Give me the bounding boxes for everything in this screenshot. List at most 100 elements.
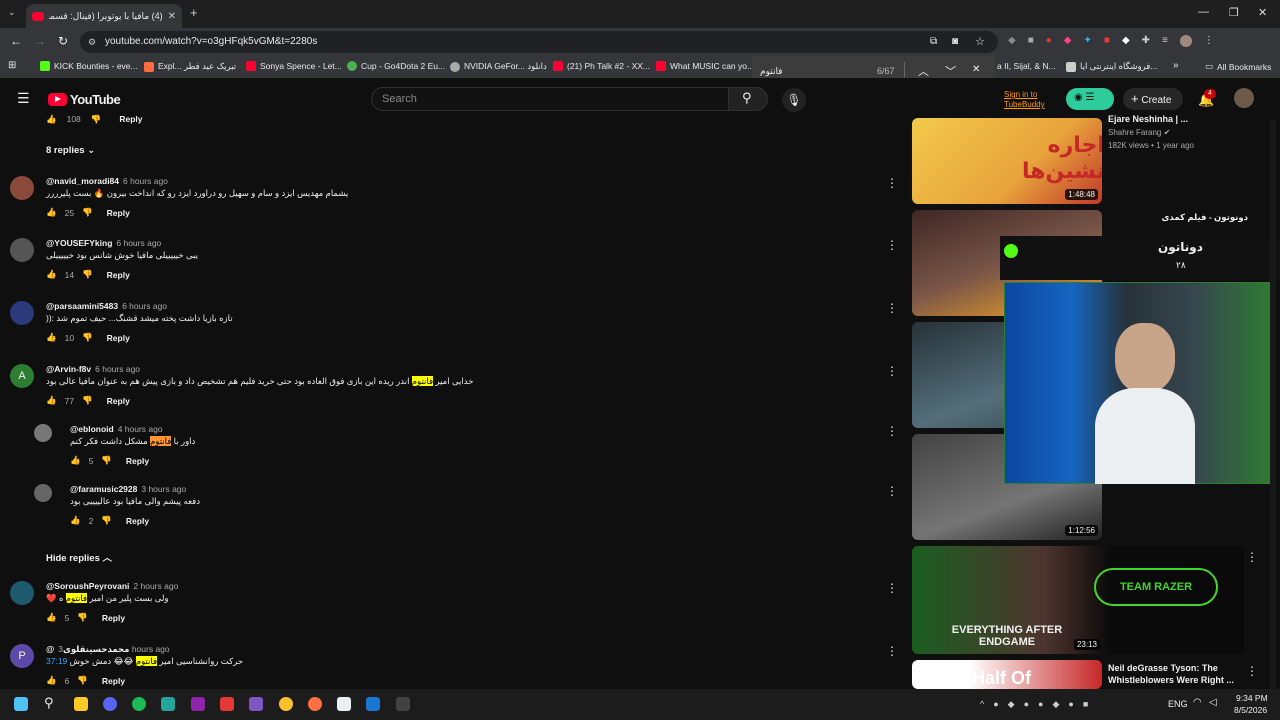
menu-icon[interactable]: ⋮	[1204, 35, 1214, 47]
tubebuddy-signin-link[interactable]: Sign in to TubeBuddy	[1004, 90, 1064, 110]
comment-time[interactable]: 6 hours ago	[95, 364, 140, 374]
back-icon[interactable]: ←	[10, 34, 22, 48]
all-bookmarks[interactable]: ▭ All Bookmarks	[1205, 61, 1271, 72]
video-menu-icon[interactable]: ⋮	[1246, 664, 1258, 678]
dislike-icon[interactable]: 👎	[77, 675, 88, 686]
like-icon[interactable]: 👍	[70, 515, 81, 526]
comment-author[interactable]: @parsaamini5483 6 hours ago	[46, 301, 167, 311]
bookmark-item[interactable]: What MUSIC can yo...	[656, 61, 754, 71]
extension-icon[interactable]: ◆	[1064, 35, 1072, 47]
comment-menu-icon[interactable]: ⋮	[886, 301, 898, 315]
comment-author[interactable]: @Arvin-f8v 6 hours ago	[46, 364, 140, 374]
reply-button[interactable]: Reply	[107, 396, 130, 406]
comment-menu-icon[interactable]: ⋮	[886, 484, 898, 498]
like-icon[interactable]: 👍	[46, 114, 57, 125]
reply-button[interactable]: Reply	[107, 333, 130, 343]
app-icon[interactable]	[220, 697, 234, 711]
dislike-icon[interactable]: 👎	[82, 207, 93, 218]
tray-icon[interactable]: ●	[993, 699, 998, 710]
video-title[interactable]: Ejare Neshinha | ...	[1108, 114, 1248, 124]
find-close-icon[interactable]: ✕	[972, 64, 980, 75]
voice-search-button[interactable]: 🎙	[782, 88, 806, 112]
comment-time[interactable]: 6 hours ago	[122, 301, 167, 311]
new-tab-icon[interactable]: +	[190, 5, 198, 20]
hide-replies-toggle[interactable]: Hide replies ︿	[46, 550, 112, 564]
comment-menu-icon[interactable]: ⋮	[886, 644, 898, 658]
account-avatar[interactable]	[1234, 88, 1254, 108]
reading-list-icon[interactable]: ≡	[1162, 35, 1168, 47]
close-tab-icon[interactable]: ✕	[168, 11, 176, 22]
dislike-icon[interactable]: 👎	[101, 455, 112, 466]
video-menu-icon[interactable]: ⋮	[1246, 550, 1258, 564]
file-explorer-icon[interactable]	[74, 697, 88, 711]
tray-icon[interactable]: ^	[980, 699, 984, 710]
tray-icon[interactable]: ◆	[1052, 699, 1059, 710]
like-icon[interactable]: 👍	[46, 332, 57, 343]
youtube-logo[interactable]: YouTube	[48, 92, 121, 107]
extension-icon[interactable]: ■	[1028, 35, 1034, 47]
reload-icon[interactable]: ↻	[58, 34, 68, 48]
scrollbar[interactable]	[1270, 120, 1276, 689]
tray-icon[interactable]: ●	[1068, 699, 1073, 710]
extension-icon[interactable]: ◆	[1122, 35, 1130, 47]
terminal-icon[interactable]	[396, 697, 410, 711]
dislike-icon[interactable]: 👎	[77, 612, 88, 623]
comment-menu-icon[interactable]: ⋮	[886, 238, 898, 252]
reply-button[interactable]: Reply	[107, 208, 130, 218]
tray-icon[interactable]: ●	[1038, 699, 1043, 710]
steam-icon[interactable]	[366, 697, 380, 711]
avatar[interactable]	[10, 581, 34, 605]
bookmark-item[interactable]: Expl... تبریک عید فطر	[144, 61, 236, 72]
reply-button[interactable]: Reply	[102, 613, 125, 623]
tray-icon[interactable]: ■	[1083, 699, 1088, 710]
avatar[interactable]: P	[10, 644, 34, 668]
extension-icon[interactable]: ●	[1046, 35, 1052, 47]
avatar[interactable]	[34, 484, 52, 502]
browser-tab-active[interactable]: (4) مافیا با یوتوبرا (فینال: قسمت آ... ✕	[26, 4, 182, 28]
clock-time[interactable]: 9:34 PM	[1236, 693, 1268, 703]
chrome-icon[interactable]	[279, 697, 293, 711]
comment-time[interactable]: 4 hours ago	[118, 424, 163, 434]
more-bookmarks-icon[interactable]: »	[1173, 60, 1179, 71]
find-next-icon[interactable]: ﹀	[945, 63, 956, 79]
comment-time[interactable]: 6 hours ago	[123, 176, 168, 186]
comment-menu-icon[interactable]: ⋮	[886, 176, 898, 190]
bookmark-item[interactable]: NVIDIA GeFor... دانلود	[450, 61, 547, 72]
comment-author[interactable]: @YOUSEFYking 6 hours ago	[46, 238, 161, 248]
clock-date[interactable]: 8/5/2026	[1234, 705, 1267, 715]
comment-author[interactable]: @محمدحسینقلوی3 hours ago	[46, 644, 170, 655]
app-icon[interactable]	[191, 697, 205, 711]
video-title[interactable]: Neil deGrasse Tyson: The Whistleblowers …	[1108, 662, 1238, 686]
search-input[interactable]: Search	[371, 87, 729, 111]
bookmark-item[interactable]: (21) Ph Talk #2 - XX...	[553, 61, 650, 71]
spotify-icon[interactable]	[132, 697, 146, 711]
extension-icon[interactable]: ◆	[1008, 35, 1016, 47]
video-thumbnail[interactable]: اجاره نشین‌ها 1:48:48	[912, 118, 1102, 204]
avatar[interactable]: A	[10, 364, 34, 388]
like-icon[interactable]: 👍	[46, 612, 57, 623]
profile-avatar[interactable]	[1179, 35, 1192, 47]
lens-icon[interactable]: ◙	[952, 31, 958, 53]
like-icon[interactable]: 👍	[70, 455, 81, 466]
avatar[interactable]	[10, 301, 34, 325]
tubebuddy-button[interactable]: ◉ ☰	[1066, 88, 1114, 110]
firefox-icon[interactable]	[308, 697, 322, 711]
like-icon[interactable]: 👍	[46, 675, 57, 686]
video-thumbnail[interactable]: EVERYTHING AFTER ENDGAME TEAM RAZER 23:1…	[912, 546, 1244, 654]
like-icon[interactable]: 👍	[46, 269, 57, 280]
minimize-icon[interactable]: —	[1198, 6, 1209, 18]
reply-button[interactable]: Reply	[102, 676, 125, 686]
maximize-icon[interactable]: ❐	[1229, 6, 1239, 19]
language-indicator[interactable]: ENG	[1168, 699, 1188, 709]
bookmark-item[interactable]: Cup - Go4Dota 2 Eu...	[347, 61, 445, 71]
bookmark-item[interactable]: a II, Sijal, & N...	[997, 61, 1056, 71]
like-icon[interactable]: 👍	[46, 207, 57, 218]
install-icon[interactable]: ⧉	[930, 31, 937, 53]
reply-button[interactable]: Reply	[126, 516, 149, 526]
tab-search-icon[interactable]: ⌄	[8, 7, 16, 18]
like-icon[interactable]: 👍	[46, 395, 57, 406]
comment-author[interactable]: @navid_moradi84 6 hours ago	[46, 176, 168, 186]
puzzle-icon[interactable]: ✚	[1142, 35, 1150, 47]
avatar[interactable]	[10, 238, 34, 262]
start-icon[interactable]	[14, 697, 28, 711]
